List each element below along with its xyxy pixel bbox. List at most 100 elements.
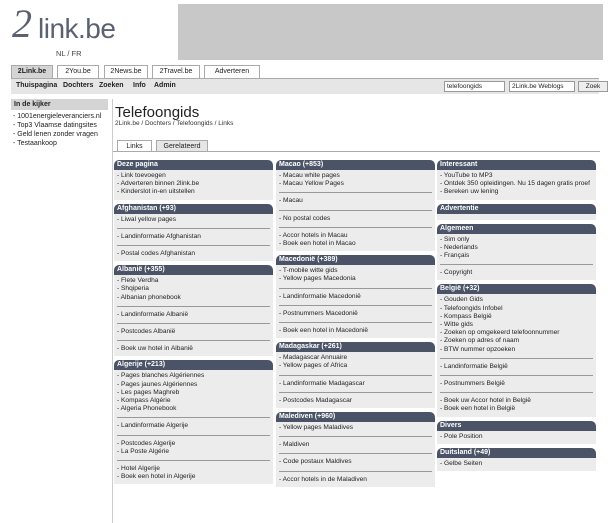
- site-logo[interactable]: 2 link.be: [12, 4, 142, 44]
- tab-2you[interactable]: 2You.be: [57, 65, 99, 78]
- link-item[interactable]: - Telefoongids Infobel: [440, 305, 593, 313]
- link-item[interactable]: - Postnummers Macedonië: [279, 310, 432, 318]
- category-body: - Yellow pages Maladives - Maldiven - Code…: [276, 422, 435, 487]
- link-item[interactable]: - Kinderslot in-en uitstellen: [117, 188, 270, 196]
- language-switch[interactable]: NL / FR: [56, 49, 82, 58]
- link-item[interactable]: - Bereken uw lening: [440, 188, 593, 196]
- link-item[interactable]: - Macau Yellow Pages: [279, 180, 432, 188]
- link-item[interactable]: - Maldiven: [279, 441, 432, 449]
- link-item[interactable]: - T-mobile witte gids: [279, 267, 432, 275]
- link-item[interactable]: - Flete Verdha: [117, 277, 270, 285]
- category-box: Algemeen - Sim only - Nederlands - Français…: [437, 223, 596, 281]
- group-divider: [117, 305, 270, 307]
- banner-ad[interactable]: [178, 4, 603, 60]
- link-item[interactable]: - Copyright: [440, 269, 593, 277]
- link-item[interactable]: - Adverteren binnen 2link.be: [117, 180, 270, 188]
- link-item[interactable]: - Gouden Gids: [440, 296, 593, 304]
- link-item[interactable]: - La Poste Algérie: [117, 448, 270, 456]
- link-item[interactable]: - No postal codes: [279, 215, 432, 223]
- link-item[interactable]: - Boek een hotel in Macedonië: [279, 327, 432, 335]
- link-item[interactable]: - Hotel Algerije: [117, 465, 270, 473]
- link-item[interactable]: - Sim only: [440, 236, 593, 244]
- link-item[interactable]: - Zoeken op adres of naam: [440, 337, 593, 345]
- group-divider: [117, 434, 270, 436]
- link-item[interactable]: - Landinformatie Madagascar: [279, 380, 432, 388]
- sidebar-item[interactable]: - Testaankoop: [11, 139, 108, 148]
- category-header: Divers: [437, 420, 596, 431]
- nav-bar: Thuispagina Dochters Zoeken Info Admin t…: [11, 78, 608, 94]
- category-header: Interessant: [437, 160, 596, 170]
- nav-thuispagina[interactable]: Thuispagina: [16, 82, 57, 89]
- link-item[interactable]: - Pages jaunes Algériennes: [117, 381, 270, 389]
- category-header: Madagaskar (+261): [276, 342, 435, 353]
- nav-admin[interactable]: Admin: [154, 82, 176, 89]
- nav-zoeken[interactable]: Zoeken: [99, 82, 124, 89]
- link-item[interactable]: - Code postaux Maldives: [279, 458, 432, 466]
- link-item[interactable]: - Boek uw Accor hotel in België: [440, 397, 593, 405]
- link-item[interactable]: - Accor hotels in de Maladiven: [279, 476, 432, 484]
- category-body: - Macau white pages - Macau Yellow Pages -…: [276, 170, 435, 252]
- category-box: Macao (+853) - Macau white pages - Macau Y…: [276, 160, 435, 252]
- sidebar-item[interactable]: - Geld lenen zonder vragen: [11, 130, 108, 139]
- link-item[interactable]: - Madagascar Annuaire: [279, 354, 432, 362]
- category-box: Advertentie: [437, 203, 596, 220]
- tab-2travel[interactable]: 2Travel.be: [152, 65, 200, 78]
- link-item[interactable]: - Postnummers België: [440, 380, 593, 388]
- tab-2news[interactable]: 2News.be: [104, 65, 148, 78]
- link-item[interactable]: - Les pages Maghreb: [117, 389, 270, 397]
- link-item[interactable]: - Macau white pages: [279, 172, 432, 180]
- link-item[interactable]: - Algeria Phonebook: [117, 405, 270, 413]
- group-divider: [279, 192, 432, 194]
- link-item[interactable]: - Macau: [279, 197, 432, 205]
- link-item[interactable]: - Boek een hotel in Macao: [279, 240, 432, 248]
- link-item[interactable]: - Landinformatie Albanië: [117, 311, 270, 319]
- link-item[interactable]: - Zoeken op omgekeerd telefoonnummer: [440, 329, 593, 337]
- link-item[interactable]: - Pole Position: [440, 433, 593, 441]
- link-item[interactable]: - Boek uw hotel in Albanië: [117, 345, 270, 353]
- link-item[interactable]: - Yellow pages Macedonia: [279, 275, 432, 283]
- link-item[interactable]: - Yellow pages Maladives: [279, 424, 432, 432]
- link-item[interactable]: - Postcodes Albanië: [117, 328, 270, 336]
- nav-dochters[interactable]: Dochters: [63, 82, 93, 89]
- search-input[interactable]: telefoongids: [444, 81, 505, 92]
- link-item[interactable]: - Boek een hotel in Algerije: [117, 473, 270, 481]
- sidebar-item[interactable]: - Top3 Vlaamse datingsites: [11, 121, 108, 130]
- category-header: Advertentie: [437, 203, 596, 214]
- search-scope-select[interactable]: 2Link.be Weblogs: [509, 81, 575, 92]
- link-item[interactable]: - Gelbe Seiten: [440, 460, 593, 468]
- search-button[interactable]: Zoek: [578, 81, 608, 92]
- category-body: [437, 213, 596, 220]
- link-item[interactable]: - Link toevoegen: [117, 172, 270, 180]
- link-item[interactable]: - Postcodes Algerije: [117, 440, 270, 448]
- link-item[interactable]: - Landinformatie Macedonië: [279, 293, 432, 301]
- link-item[interactable]: - Postal codes Afghanistan: [117, 250, 270, 258]
- link-item[interactable]: - Nederlands: [440, 244, 593, 252]
- link-item[interactable]: - Français: [440, 252, 593, 260]
- link-item[interactable]: - Postcodes Madagascar: [279, 397, 432, 405]
- category-body: - Pole Position: [437, 430, 596, 444]
- tab-2link[interactable]: 2Link.be: [11, 65, 53, 78]
- link-item[interactable]: - Kompass België: [440, 313, 593, 321]
- group-divider: [117, 460, 270, 462]
- category-header: Macedonië (+389): [276, 255, 435, 266]
- link-item[interactable]: - Kompass Algérie: [117, 397, 270, 405]
- link-item[interactable]: - Accor hotels in Macau: [279, 232, 432, 240]
- nav-info[interactable]: Info: [133, 82, 146, 89]
- link-item[interactable]: - Liwal yellow pages: [117, 216, 270, 224]
- sidebar: In de kijker - 1001energieleveranciers.n…: [11, 99, 108, 148]
- link-item[interactable]: - Shqiperia: [117, 285, 270, 293]
- breadcrumb[interactable]: 2Link.be / Dochters / Telefoongids / Lin…: [115, 120, 233, 127]
- link-item[interactable]: - BTW nummer opzoeken: [440, 346, 593, 354]
- tab-adverteren[interactable]: Adverteren: [204, 65, 260, 78]
- sidebar-item[interactable]: - 1001energieleveranciers.nl: [11, 112, 108, 121]
- link-item[interactable]: - Landinformatie Afghanistan: [117, 233, 270, 241]
- link-item[interactable]: - Yellow pages of Africa: [279, 362, 432, 370]
- link-item[interactable]: - YouTube to MP3: [440, 172, 593, 180]
- link-item[interactable]: - Ontdek 350 opleidingen. Nu 15 dagen gr…: [440, 180, 593, 188]
- link-item[interactable]: - Landinformatie Algerije: [117, 422, 270, 430]
- link-item[interactable]: - Witte gids: [440, 321, 593, 329]
- link-item[interactable]: - Pages blanches Algériennes: [117, 372, 270, 380]
- link-item[interactable]: - Albanian phonebook: [117, 294, 270, 302]
- link-item[interactable]: - Boek een hotel in België: [440, 405, 593, 413]
- link-item[interactable]: - Landinformatie België: [440, 363, 593, 371]
